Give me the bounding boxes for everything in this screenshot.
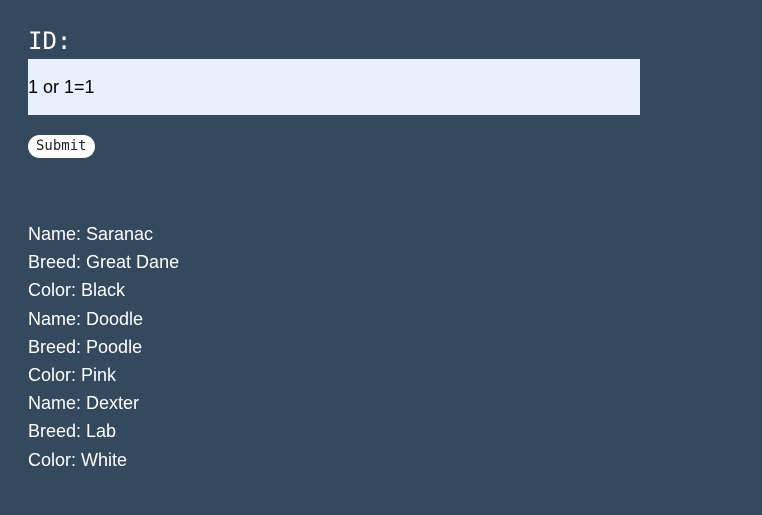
result-line-name: Name: Saranac <box>28 224 154 244</box>
id-input[interactable] <box>28 59 640 115</box>
result-line-name: Name: Doodle <box>28 308 144 329</box>
result-line-name: Name: Dexter <box>28 393 140 414</box>
result-line-breed: Breed: Lab <box>28 421 117 442</box>
result-line-color: Color: Black <box>28 280 126 301</box>
result-line-color: Color: White <box>28 449 128 470</box>
submit-button[interactable]: Submit <box>28 135 95 158</box>
result-line-breed: Breed: Great Dane <box>28 252 180 273</box>
result-line-color: Color: Pink <box>28 365 117 386</box>
id-form: ID: Submit <box>28 24 640 158</box>
result-line-breed: Breed: Poodle <box>28 336 143 357</box>
id-label: ID: <box>28 27 72 55</box>
results-list: Name: Saranac Breed: Great Dane Color: B… <box>28 220 179 474</box>
